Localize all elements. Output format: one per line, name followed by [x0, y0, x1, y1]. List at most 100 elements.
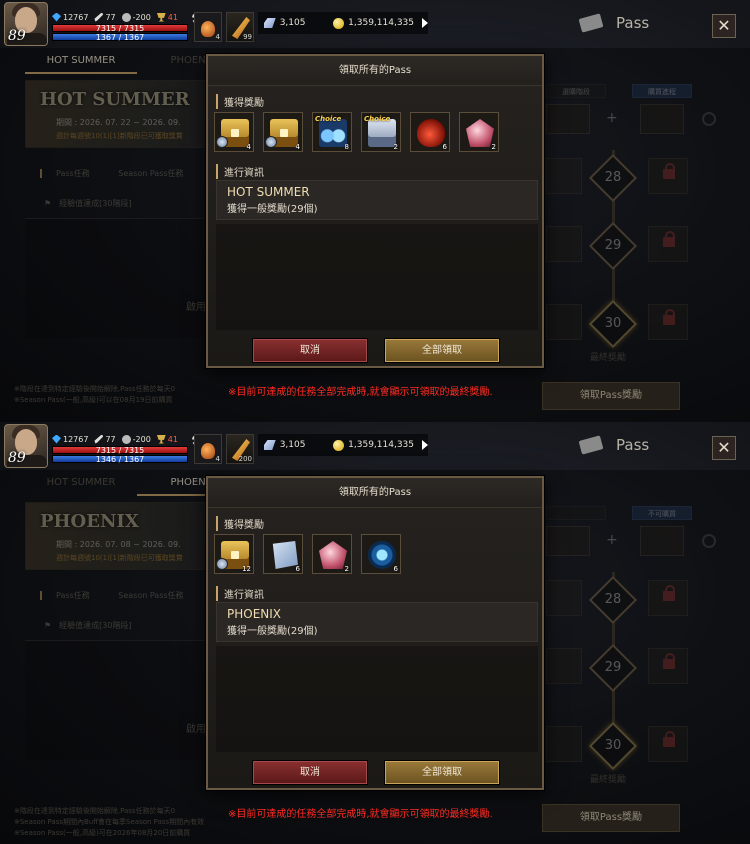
pink-gem-icon [319, 541, 347, 569]
gem-count: 12767 [63, 434, 89, 444]
final-reward-warning: ※目前可達成的任務全部完成時,就會顯示可領取的最終獎勵. [228, 809, 493, 820]
potion-quickslot[interactable]: 4 [194, 12, 222, 42]
pass-header: Pass [578, 13, 649, 33]
attack-value: 77 [105, 434, 116, 444]
dialog-title: 領取所有的Pass [208, 478, 542, 508]
close-button[interactable]: ✕ [712, 14, 736, 38]
sword-icon [94, 434, 104, 444]
ticket-icon [578, 13, 604, 33]
cancel-button[interactable]: 取消 [252, 338, 368, 363]
info-empty-area [216, 224, 538, 330]
reward-item[interactable]: 6 [263, 534, 303, 574]
kills-value: -200 [132, 12, 151, 22]
gem-stat: 12767 [52, 434, 89, 444]
reward-qty: 8 [344, 143, 349, 151]
page-title: Pass [616, 436, 650, 454]
feather-count: 99 [243, 33, 252, 41]
pass-header: Pass [578, 435, 650, 455]
stats-row: 12767 77 -200 41 [52, 11, 178, 23]
kills-value: -200 [132, 434, 151, 444]
close-button[interactable]: ✕ [712, 436, 736, 460]
choice-tag: Choice [364, 115, 391, 123]
gold-amount: 1,359,114,335 [348, 18, 414, 28]
currency-bar: 3,105 1,359,114,335 [258, 434, 428, 456]
reward-qty: 2 [393, 143, 398, 151]
claim-all-button[interactable]: 全部領取 [384, 338, 500, 363]
currency-bar: 3,105 1,359,114,335 [258, 12, 428, 34]
kills-stat: -200 [121, 12, 151, 22]
currency-expand-arrow-icon[interactable] [422, 440, 428, 450]
trophy-icon [156, 434, 166, 444]
gem-stat: 12767 [52, 12, 88, 22]
trophy-value: 41 [167, 12, 178, 22]
potion-icon [201, 443, 215, 459]
reward-qty: 2 [344, 565, 349, 573]
reward-item[interactable]: 2 [312, 534, 352, 574]
coin-badge-icon [216, 558, 228, 570]
info-event-desc: 獲得一般獎勵(29個) [227, 204, 318, 215]
hp-bar: 7315 / 7315 [52, 446, 188, 455]
crystal-icon [264, 18, 276, 28]
cancel-button[interactable]: 取消 [252, 760, 368, 785]
trophy-icon [156, 12, 166, 22]
crystal-icon [264, 440, 276, 450]
blue-orbs-icon [319, 119, 347, 147]
reward-item[interactable]: 12 [214, 534, 254, 574]
reward-qty: 12 [242, 565, 251, 573]
reward-list: 12 6 2 6 [212, 534, 540, 578]
trophy-stat: 41 [156, 434, 178, 444]
info-section-label: 進行資訊 [216, 164, 264, 179]
top-hud: 89 12767 77 -200 41 7315 / 7315 1346 / 1… [0, 422, 750, 470]
potion-count: 4 [215, 33, 220, 41]
info-section-label: 進行資訊 [216, 586, 264, 601]
reward-item[interactable]: 2 [459, 112, 499, 152]
trophy-value: 41 [167, 434, 178, 444]
character-level: 89 [8, 450, 26, 466]
reward-item[interactable]: 4 [263, 112, 303, 152]
reward-item[interactable]: Choice 2 [361, 112, 401, 152]
final-reward-warning: ※目前可達成的任務全部完成時,就會顯示可領取的最終獎勵. [228, 387, 493, 398]
reward-item[interactable]: 6 [410, 112, 450, 152]
kills-stat: -200 [121, 434, 151, 444]
mp-bar: 1346 / 1367 [52, 455, 188, 464]
skull-icon [121, 12, 131, 22]
character-level: 89 [8, 28, 26, 44]
rewards-section-label: 獲得獎勵 [216, 94, 264, 109]
feather-quickslot[interactable]: 200 [226, 434, 254, 464]
feather-count: 200 [238, 455, 252, 463]
hp-bar: 7315 / 7315 [52, 24, 188, 33]
coin-badge-icon [265, 136, 277, 148]
skull-icon [121, 434, 131, 444]
info-event-desc: 獲得一般獎勵(29個) [227, 626, 318, 637]
rewards-section-label: 獲得獎勵 [216, 516, 264, 531]
info-event-name: HOT SUMMER [227, 185, 310, 199]
gold-coin-icon [333, 439, 345, 451]
pass-screen: 89 12767 77 -200 41 7315 / 7315 1346 / 1… [0, 422, 750, 844]
reward-qty: 4 [246, 143, 251, 151]
feather-quickslot[interactable]: 99 [226, 12, 254, 42]
trophy-stat: 41 [156, 12, 178, 22]
gold-coin-icon [333, 17, 345, 29]
reward-item[interactable]: 6 [361, 534, 401, 574]
reward-qty: 6 [295, 565, 300, 573]
reward-qty: 6 [393, 565, 398, 573]
blue-gem-icon [368, 541, 396, 569]
claim-all-button[interactable]: 全部領取 [384, 760, 500, 785]
silver-chest-icon [368, 119, 396, 147]
reward-item[interactable]: Choice 8 [312, 112, 352, 152]
currency-expand-arrow-icon[interactable] [422, 18, 428, 28]
claim-all-dialog: 領取所有的Pass 獲得獎勵 4 4 Choice 8 Choice 2 6 2 進行資訊 H… [206, 54, 544, 368]
ticket-icon [578, 435, 604, 455]
potion-quickslot[interactable]: 4 [194, 434, 222, 464]
attack-stat: 77 [94, 12, 116, 22]
reward-qty: 6 [442, 143, 447, 151]
silver-scroll-icon [272, 541, 298, 569]
potion-count: 4 [215, 455, 220, 463]
coin-badge-icon [216, 136, 228, 148]
gold-amount: 1,359,114,335 [348, 440, 414, 450]
crystal-amount: 3,105 [279, 440, 306, 450]
attack-value: 77 [105, 12, 116, 22]
gem-icon [52, 434, 61, 444]
reward-item[interactable]: 4 [214, 112, 254, 152]
dialog-title: 領取所有的Pass [208, 56, 542, 86]
